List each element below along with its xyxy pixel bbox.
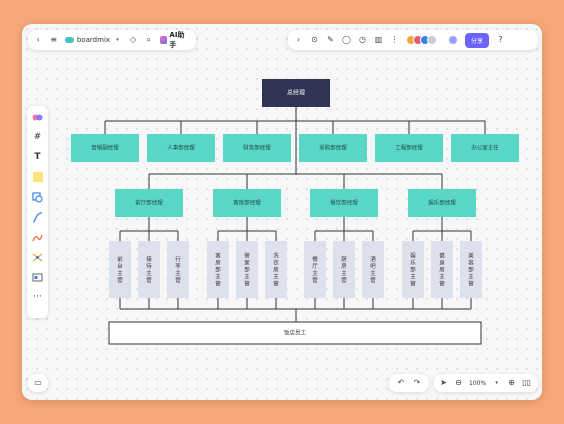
brand-menu[interactable]: boardmix ▾ <box>64 35 122 45</box>
top-left-toolbar: ‹ ≡ boardmix ▾ ◇ ⌕ AI助手 <box>28 30 196 50</box>
unit-label: 娱乐部主管 <box>410 252 416 288</box>
more-tools-icon[interactable]: ··· <box>32 291 44 303</box>
share-button[interactable]: 分享 <box>465 32 490 48</box>
fit-screen-icon[interactable]: ▯▯ <box>522 378 531 388</box>
unit-label: 美容部主管 <box>468 252 474 288</box>
chart-icon[interactable]: ▥ <box>374 35 383 45</box>
mindmap-icon[interactable] <box>32 251 44 263</box>
department-label: 营销副经理 <box>91 144 119 152</box>
collapse-icon[interactable]: › <box>294 35 303 45</box>
connector-icon[interactable] <box>32 211 44 223</box>
ai-tools-icon[interactable] <box>32 111 44 123</box>
department-label: 办公室主任 <box>471 144 499 152</box>
tool-sidebar: # T ··· <box>27 106 48 318</box>
department-label: 采购部经理 <box>319 144 347 152</box>
root-label: 总经理 <box>287 89 305 97</box>
ai-icon <box>159 36 168 44</box>
comment-icon[interactable]: ◯ <box>342 35 351 45</box>
redo-icon[interactable]: ↷ <box>413 378 422 388</box>
template-icon[interactable] <box>32 271 44 283</box>
manager-label: 餐饮部经理 <box>330 199 358 207</box>
unit-label: 接待主管 <box>146 255 152 284</box>
play-icon[interactable]: ⊙ <box>310 35 319 45</box>
minimap-toggle[interactable]: ▭ <box>28 374 48 392</box>
collaborator-avatars[interactable] <box>406 35 437 45</box>
undo-icon[interactable]: ↶ <box>397 378 406 388</box>
shape-icon[interactable] <box>32 191 44 203</box>
zoom-out-icon[interactable]: ⊖ <box>454 378 463 388</box>
help-icon[interactable]: ? <box>496 35 505 45</box>
chevron-down-icon: ▾ <box>116 36 119 43</box>
unit-label: 酒吧主管 <box>370 255 376 284</box>
sticky-note-icon[interactable] <box>32 171 44 183</box>
staff-label: 饭店员工 <box>284 329 307 337</box>
ai-assistant-label: AI助手 <box>169 31 185 49</box>
department-label: 工程部经理 <box>395 144 423 152</box>
unit-label: 前台主管 <box>117 255 123 284</box>
zoom-level[interactable]: 100% <box>469 380 486 387</box>
minimap-icon: ▭ <box>34 378 42 387</box>
menu-icon[interactable]: ≡ <box>49 35 57 45</box>
undo-redo-group: ↶ ↷ <box>389 374 429 392</box>
unit-label: 洗衣房主管 <box>273 252 279 288</box>
zoom-toolbar: ➤ ⊖ 100% ▾ ⊕ ▯▯ <box>434 374 538 392</box>
timer-icon[interactable]: ◷ <box>358 35 367 45</box>
pen-tool-icon[interactable] <box>32 231 44 243</box>
pointer-icon[interactable]: ➤ <box>439 378 448 388</box>
unit-label: 餐厅主管 <box>312 255 318 284</box>
cloud-icon <box>64 37 74 43</box>
department-label: 财务部经理 <box>243 144 271 152</box>
org-chart-canvas[interactable]: 总经理营销副经理 人事部经理 财务部经理 采购部经理 工程部经理 办公室主任前厅部经理 客房… <box>22 24 542 400</box>
tag-icon[interactable]: ◇ <box>129 35 137 45</box>
pen-icon[interactable]: ✎ <box>326 35 335 45</box>
share-label: 分享 <box>471 37 484 45</box>
ai-assistant-button[interactable]: AI助手 <box>159 30 190 50</box>
brand-label: boardmix <box>76 36 111 44</box>
avatar <box>427 35 437 45</box>
manager-label: 娱乐部经理 <box>428 199 456 207</box>
chevron-down-icon[interactable]: ▾ <box>492 378 501 388</box>
search-icon[interactable]: ⌕ <box>144 35 152 45</box>
manager-label: 客房部经理 <box>233 199 261 207</box>
zoom-in-icon[interactable]: ⊕ <box>507 378 516 388</box>
more-icon[interactable]: ⋮ <box>390 35 399 45</box>
unit-label: 客房部主管 <box>215 252 221 288</box>
top-right-toolbar: › ⊙ ✎ ◯ ◷ ▥ ⋮ 分享 ? <box>288 30 538 50</box>
frame-icon[interactable]: # <box>32 131 44 143</box>
text-icon[interactable]: T <box>32 151 44 163</box>
unit-label: 行李主管 <box>175 255 181 284</box>
user-avatar[interactable] <box>448 35 458 45</box>
unit-label: 健身房主管 <box>439 252 445 288</box>
app-window: 总经理 营销副经理 人事部经理 财务部经理 采购部经理 工程部经理 办公室主任 前厅部经理 客房… <box>22 24 542 400</box>
back-icon[interactable]: ‹ <box>34 35 42 45</box>
department-label: 人事部经理 <box>167 144 195 152</box>
unit-label: 管家部主管 <box>244 252 250 288</box>
manager-label: 前厅部经理 <box>135 199 163 207</box>
